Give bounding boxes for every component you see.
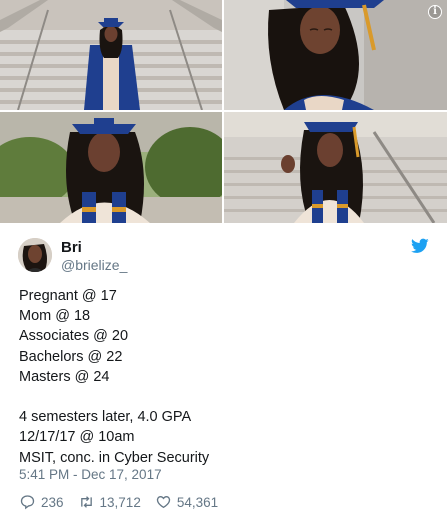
reply-icon bbox=[20, 495, 35, 510]
tweet-line: MSIT, conc. in Cyber Security bbox=[19, 449, 210, 466]
tweet-line: Associates @ 20 bbox=[19, 328, 129, 345]
photo-1-image bbox=[0, 0, 222, 110]
tweet-line: 12/17/17 @ 10am bbox=[19, 429, 135, 446]
info-icon[interactable]: i bbox=[428, 5, 442, 19]
like-button[interactable]: 54,361 bbox=[155, 494, 218, 510]
photo-2[interactable]: i bbox=[224, 0, 447, 110]
photo-3-image bbox=[0, 112, 222, 223]
tweet-header: Bri @brielize_ bbox=[18, 236, 433, 276]
tweet-line: Pregnant @ 17 bbox=[19, 288, 117, 304]
tweet-actions: 236 13,712 54,361 bbox=[19, 492, 232, 512]
retweet-count: 13,712 bbox=[99, 494, 141, 510]
display-name[interactable]: Bri bbox=[61, 239, 82, 256]
tweet-line: Bachelors @ 22 bbox=[19, 348, 123, 365]
heart-icon bbox=[156, 495, 170, 509]
like-count: 54,361 bbox=[176, 494, 219, 510]
photo-4[interactable] bbox=[224, 112, 447, 223]
retweet-button[interactable]: 13,712 bbox=[78, 494, 141, 510]
photo-1[interactable]: i bbox=[0, 0, 222, 110]
reply-count: 236 bbox=[41, 494, 64, 510]
tweet-text: Pregnant @ 17 Mom @ 18 Associates @ 20 B… bbox=[19, 286, 429, 468]
tweet-timestamp[interactable]: 5:41 PM - Dec 17, 2017 bbox=[19, 467, 162, 482]
tweet-line: 4 semesters later, 4.0 GPA bbox=[19, 409, 192, 426]
retweet-icon bbox=[80, 496, 92, 508]
user-handle[interactable]: @brielize_ bbox=[61, 257, 127, 273]
tweet-line: Mom @ 18 bbox=[19, 308, 91, 325]
photo-grid: i i bbox=[0, 0, 447, 223]
reply-button[interactable]: 236 bbox=[19, 494, 64, 510]
photo-2-image bbox=[224, 0, 447, 110]
twitter-bird-icon[interactable] bbox=[411, 238, 429, 254]
photo-3[interactable] bbox=[0, 112, 222, 223]
avatar-image bbox=[18, 238, 52, 272]
photo-4-image bbox=[224, 112, 447, 223]
tweet-line: Masters @ 24 bbox=[19, 368, 110, 385]
avatar[interactable] bbox=[18, 238, 52, 272]
